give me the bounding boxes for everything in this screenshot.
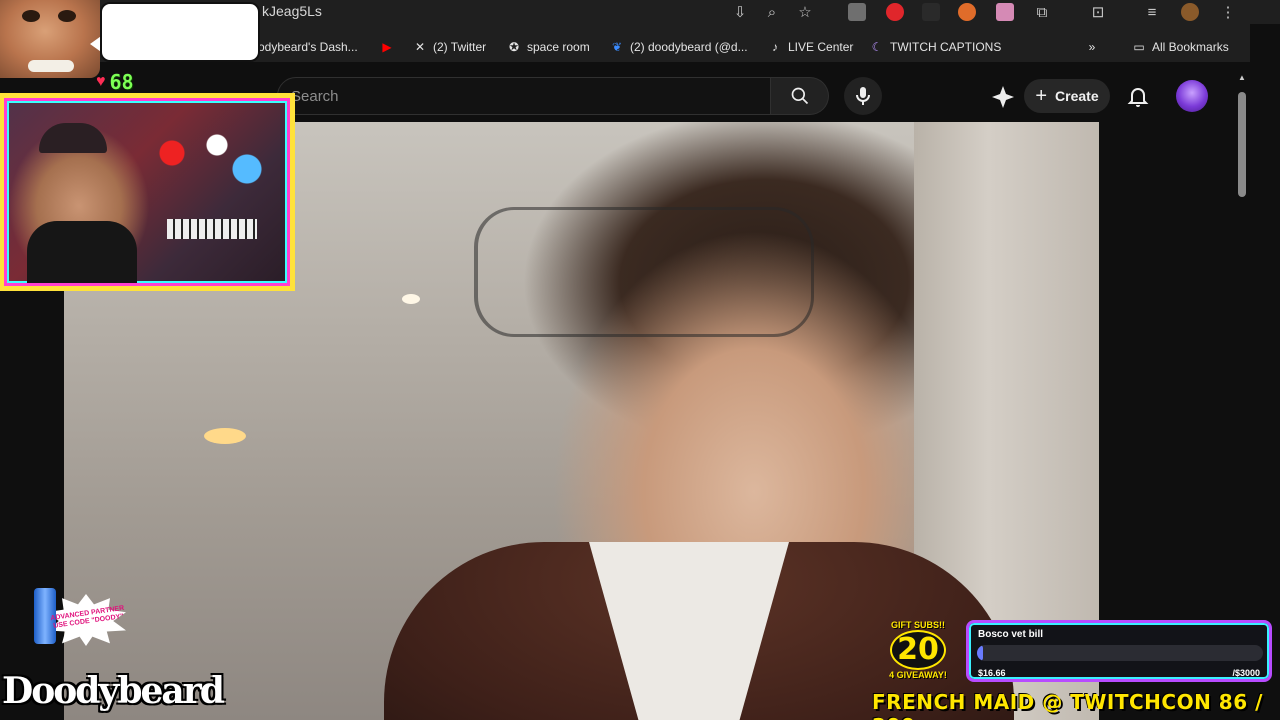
youtube-icon: ▶ <box>382 40 392 54</box>
page-scrollbar-thumb[interactable] <box>1238 92 1246 197</box>
webcam-streamer-shirt <box>27 221 137 283</box>
x-twitter-icon: ✕ <box>414 40 426 54</box>
moon-icon: ☾ <box>871 40 883 54</box>
account-avatar[interactable] <box>1176 80 1208 112</box>
sponsor-promo: ADVANCED PARTNER USE CODE "DOODY" <box>24 586 128 660</box>
bookmarks-overflow-button[interactable]: » <box>1085 40 1099 54</box>
webcam-background-toys <box>127 121 277 201</box>
bookmark-twitch-captions[interactable]: ☾ TWITCH CAPTIONS <box>870 40 1002 54</box>
space-icon: ✪ <box>508 40 520 54</box>
extension-icon[interactable] <box>922 3 940 21</box>
create-button[interactable]: + Create <box>1024 79 1110 113</box>
all-bookmarks-button[interactable]: ▭ All Bookmarks <box>1132 40 1228 54</box>
gift-subs-top-text: GIFT SUBS!! <box>891 620 945 630</box>
bookmark-youtube[interactable]: ▶ <box>380 40 394 54</box>
face-eye <box>22 10 40 22</box>
face-teeth <box>28 60 74 72</box>
screenshot-search-icon[interactable]: ⊡ <box>1088 2 1108 22</box>
extension-icon[interactable] <box>996 3 1014 21</box>
extension-icon[interactable] <box>848 3 866 21</box>
scroll-up-arrow-icon[interactable]: ▲ <box>1236 73 1248 83</box>
profile-avatar-icon[interactable] <box>1181 3 1199 21</box>
bookmark-star-icon[interactable]: ☆ <box>795 2 815 22</box>
bookmark-bluesky[interactable]: ❦ (2) doodybeard (@d... <box>610 40 748 54</box>
bookmark-live-center[interactable]: ♪ LIVE Center <box>768 40 853 54</box>
search-button[interactable] <box>771 77 829 115</box>
search-box <box>277 77 771 115</box>
gift-subs-badge: GIFT SUBS!! 20 4 GIVEAWAY! <box>884 620 952 686</box>
bookmark-twitter[interactable]: ✕ (2) Twitter <box>413 40 486 54</box>
bookmark-dashboard[interactable]: odybeard's Dash... <box>258 40 358 54</box>
bluesky-icon: ❦ <box>611 40 623 54</box>
search-icon <box>791 87 808 105</box>
folder-icon: ▭ <box>1133 40 1145 54</box>
zoom-icon[interactable]: ⌕ <box>762 2 782 22</box>
donation-goal-widget: Bosco vet bill $16.66 /$3000 <box>966 620 1272 682</box>
extension-icon[interactable] <box>886 3 904 21</box>
goal-title: Bosco vet bill <box>978 629 1044 640</box>
notifications-bell-icon[interactable] <box>1126 84 1150 108</box>
gift-subs-number: 20 <box>890 630 946 670</box>
heart-count: 68 <box>109 70 134 94</box>
goal-current-amount: $16.66 <box>978 668 1006 678</box>
video-frame-light <box>402 294 420 304</box>
channel-logo: Doodybeard <box>2 670 225 712</box>
webcam-keyboard <box>167 219 257 239</box>
video-frame-glasses <box>474 207 814 337</box>
gemini-sparkle-icon[interactable] <box>990 84 1016 110</box>
bookmark-space-room[interactable]: ✪ space room <box>507 40 590 54</box>
screen: kJeag5Ls ⇩ ⌕ ☆ ⧉ ⊡ ≡ ⋮ odybeard's Dash..… <box>0 0 1280 720</box>
streamer-face-overlay <box>0 0 100 78</box>
address-bar-text[interactable]: kJeag5Ls <box>262 3 322 19</box>
heart-counter: ♥ 68 <box>96 70 134 94</box>
voice-search-button[interactable] <box>844 77 882 115</box>
media-queue-icon[interactable]: ≡ <box>1142 2 1162 22</box>
plus-icon: + <box>1035 84 1048 107</box>
face-eye <box>58 10 76 22</box>
install-app-icon[interactable]: ⇩ <box>730 2 750 22</box>
video-frame-light <box>204 428 246 444</box>
gift-subs-bottom-text: 4 GIVEAWAY! <box>889 670 947 680</box>
extensions-puzzle-icon[interactable]: ⧉ <box>1032 2 1052 22</box>
browser-menu-icon[interactable]: ⋮ <box>1218 2 1238 22</box>
goal-progress-bar <box>977 645 1263 661</box>
stream-goal-ticker: FRENCH MAID @ TWITCHCON 86 / 200 <box>872 690 1263 720</box>
chevron-double-right-icon: » <box>1088 40 1096 54</box>
speech-bubble <box>100 2 260 62</box>
extension-icon[interactable] <box>958 3 976 21</box>
microphone-icon <box>856 87 870 105</box>
webcam-streamer-cap <box>39 123 107 153</box>
goal-progress-fill <box>977 645 983 661</box>
tiktok-icon: ♪ <box>772 40 778 54</box>
heart-icon: ♥ <box>96 73 106 90</box>
search-input[interactable] <box>278 78 770 114</box>
goal-target-amount: /$3000 <box>1232 668 1260 678</box>
webcam-overlay <box>4 98 290 286</box>
